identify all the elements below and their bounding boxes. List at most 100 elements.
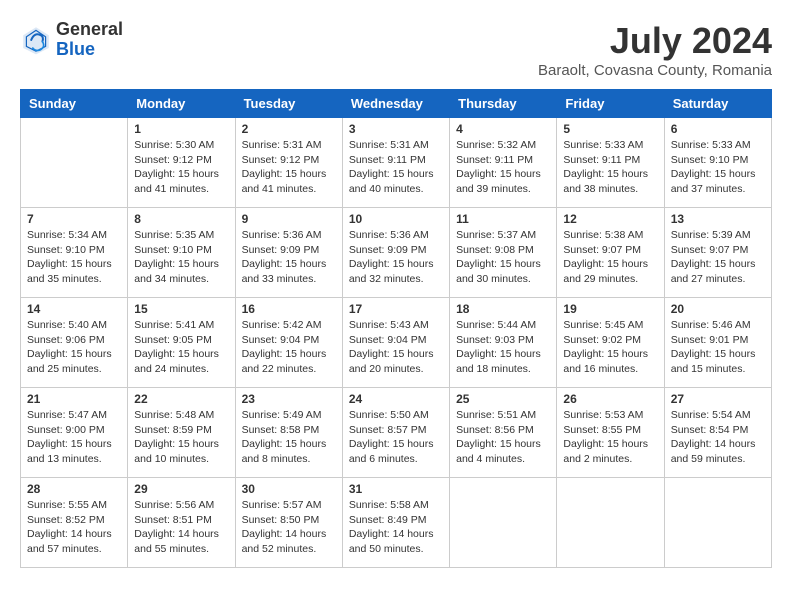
calendar-cell: 21 Sunrise: 5:47 AM Sunset: 9:00 PM Dayli… <box>21 388 128 478</box>
title-section: July 2024 Baraolt, Covasna County, Roman… <box>538 20 772 79</box>
logo-icon <box>20 24 52 56</box>
calendar-table: SundayMondayTuesdayWednesdayThursdayFrid… <box>20 89 772 568</box>
day-number: 16 <box>242 302 336 316</box>
calendar-cell: 22Sunrise: 5:48 AM Sunset: 8:59 PM Dayli… <box>128 388 235 478</box>
calendar-cell: 12 Sunrise: 5:38 AM Sunset: 9:07 PM Dayli… <box>557 208 664 298</box>
day-info: Sunrise: 5:46 AM Sunset: 9:01 PM Dayligh… <box>671 318 765 377</box>
day-number: 29 <box>134 482 228 496</box>
day-info: Sunrise: 5:55 AM Sunset: 8:52 PM Dayligh… <box>27 498 121 557</box>
calendar-cell: 19 Sunrise: 5:45 AM Sunset: 9:02 PM Dayli… <box>557 298 664 388</box>
day-info: Sunrise: 5:35 AM Sunset: 9:10 PM Dayligh… <box>134 228 228 287</box>
day-number: 13 <box>671 212 765 226</box>
day-number: 12 <box>563 212 657 226</box>
day-number: 19 <box>563 302 657 316</box>
calendar-week-row: 1 Sunrise: 5:30 AM Sunset: 9:12 PM Daylig… <box>21 118 772 208</box>
calendar-cell: 3 Sunrise: 5:31 AM Sunset: 9:11 PM Daylig… <box>342 118 449 208</box>
calendar-cell: 15 Sunrise: 5:41 AM Sunset: 9:05 PM Dayli… <box>128 298 235 388</box>
weekday-header-row: SundayMondayTuesdayWednesdayThursdayFrid… <box>21 90 772 118</box>
day-number: 24 <box>349 392 443 406</box>
weekday-header-wednesday: Wednesday <box>342 90 449 118</box>
day-number: 4 <box>456 122 550 136</box>
day-info: Sunrise: 5:33 AM Sunset: 9:10 PM Dayligh… <box>671 138 765 197</box>
calendar-cell: 24 Sunrise: 5:50 AM Sunset: 8:57 PM Dayli… <box>342 388 449 478</box>
location-title: Baraolt, Covasna County, Romania <box>538 62 772 79</box>
day-number: 28 <box>27 482 121 496</box>
day-number: 10 <box>349 212 443 226</box>
day-number: 31 <box>349 482 443 496</box>
calendar-cell: 31Sunrise: 5:58 AM Sunset: 8:49 PM Dayli… <box>342 478 449 568</box>
calendar-week-row: 7Sunrise: 5:34 AM Sunset: 9:10 PM Daylig… <box>21 208 772 298</box>
calendar-cell: 28 Sunrise: 5:55 AM Sunset: 8:52 PM Dayli… <box>21 478 128 568</box>
day-info: Sunrise: 5:36 AM Sunset: 9:09 PM Dayligh… <box>349 228 443 287</box>
day-info: Sunrise: 5:32 AM Sunset: 9:11 PM Dayligh… <box>456 138 550 197</box>
day-info: Sunrise: 5:51 AM Sunset: 8:56 PM Dayligh… <box>456 408 550 467</box>
day-info: Sunrise: 5:39 AM Sunset: 9:07 PM Dayligh… <box>671 228 765 287</box>
day-number: 3 <box>349 122 443 136</box>
day-number: 1 <box>134 122 228 136</box>
calendar-cell: 6 Sunrise: 5:33 AM Sunset: 9:10 PM Daylig… <box>664 118 771 208</box>
calendar-cell: 8 Sunrise: 5:35 AM Sunset: 9:10 PM Daylig… <box>128 208 235 298</box>
weekday-header-friday: Friday <box>557 90 664 118</box>
day-info: Sunrise: 5:54 AM Sunset: 8:54 PM Dayligh… <box>671 408 765 467</box>
calendar-cell: 2 Sunrise: 5:31 AM Sunset: 9:12 PM Daylig… <box>235 118 342 208</box>
day-info: Sunrise: 5:50 AM Sunset: 8:57 PM Dayligh… <box>349 408 443 467</box>
calendar-cell: 29 Sunrise: 5:56 AM Sunset: 8:51 PM Dayli… <box>128 478 235 568</box>
month-title: July 2024 <box>538 20 772 62</box>
day-info: Sunrise: 5:45 AM Sunset: 9:02 PM Dayligh… <box>563 318 657 377</box>
calendar-cell: 10 Sunrise: 5:36 AM Sunset: 9:09 PM Dayli… <box>342 208 449 298</box>
weekday-header-sunday: Sunday <box>21 90 128 118</box>
weekday-header-tuesday: Tuesday <box>235 90 342 118</box>
day-number: 30 <box>242 482 336 496</box>
logo-text: General Blue <box>56 20 123 60</box>
page-header: General Blue July 2024 Baraolt, Covasna … <box>20 20 772 79</box>
calendar-cell: 17Sunrise: 5:43 AM Sunset: 9:04 PM Dayli… <box>342 298 449 388</box>
day-number: 5 <box>563 122 657 136</box>
calendar-week-row: 14 Sunrise: 5:40 AM Sunset: 9:06 PM Dayli… <box>21 298 772 388</box>
day-info: Sunrise: 5:57 AM Sunset: 8:50 PM Dayligh… <box>242 498 336 557</box>
weekday-header-thursday: Thursday <box>450 90 557 118</box>
calendar-cell: 26 Sunrise: 5:53 AM Sunset: 8:55 PM Dayli… <box>557 388 664 478</box>
day-number: 21 <box>27 392 121 406</box>
day-number: 18 <box>456 302 550 316</box>
day-number: 6 <box>671 122 765 136</box>
weekday-header-monday: Monday <box>128 90 235 118</box>
day-info: Sunrise: 5:40 AM Sunset: 9:06 PM Dayligh… <box>27 318 121 377</box>
calendar-week-row: 28 Sunrise: 5:55 AM Sunset: 8:52 PM Dayli… <box>21 478 772 568</box>
calendar-cell <box>664 478 771 568</box>
calendar-cell: 13 Sunrise: 5:39 AM Sunset: 9:07 PM Dayli… <box>664 208 771 298</box>
day-info: Sunrise: 5:31 AM Sunset: 9:11 PM Dayligh… <box>349 138 443 197</box>
calendar-cell: 16Sunrise: 5:42 AM Sunset: 9:04 PM Dayli… <box>235 298 342 388</box>
day-number: 2 <box>242 122 336 136</box>
day-number: 9 <box>242 212 336 226</box>
day-info: Sunrise: 5:30 AM Sunset: 9:12 PM Dayligh… <box>134 138 228 197</box>
day-info: Sunrise: 5:41 AM Sunset: 9:05 PM Dayligh… <box>134 318 228 377</box>
day-number: 8 <box>134 212 228 226</box>
calendar-cell: 5Sunrise: 5:33 AM Sunset: 9:11 PM Daylig… <box>557 118 664 208</box>
calendar-cell <box>557 478 664 568</box>
day-info: Sunrise: 5:47 AM Sunset: 9:00 PM Dayligh… <box>27 408 121 467</box>
calendar-cell: 11Sunrise: 5:37 AM Sunset: 9:08 PM Dayli… <box>450 208 557 298</box>
day-info: Sunrise: 5:48 AM Sunset: 8:59 PM Dayligh… <box>134 408 228 467</box>
day-info: Sunrise: 5:31 AM Sunset: 9:12 PM Dayligh… <box>242 138 336 197</box>
day-number: 11 <box>456 212 550 226</box>
weekday-header-saturday: Saturday <box>664 90 771 118</box>
day-number: 14 <box>27 302 121 316</box>
day-info: Sunrise: 5:44 AM Sunset: 9:03 PM Dayligh… <box>456 318 550 377</box>
day-info: Sunrise: 5:38 AM Sunset: 9:07 PM Dayligh… <box>563 228 657 287</box>
day-number: 23 <box>242 392 336 406</box>
calendar-cell: 18 Sunrise: 5:44 AM Sunset: 9:03 PM Dayli… <box>450 298 557 388</box>
calendar-cell: 9Sunrise: 5:36 AM Sunset: 9:09 PM Daylig… <box>235 208 342 298</box>
day-info: Sunrise: 5:43 AM Sunset: 9:04 PM Dayligh… <box>349 318 443 377</box>
day-number: 26 <box>563 392 657 406</box>
day-info: Sunrise: 5:53 AM Sunset: 8:55 PM Dayligh… <box>563 408 657 467</box>
calendar-cell: 20Sunrise: 5:46 AM Sunset: 9:01 PM Dayli… <box>664 298 771 388</box>
day-info: Sunrise: 5:56 AM Sunset: 8:51 PM Dayligh… <box>134 498 228 557</box>
calendar-cell: 4 Sunrise: 5:32 AM Sunset: 9:11 PM Daylig… <box>450 118 557 208</box>
day-number: 25 <box>456 392 550 406</box>
calendar-cell: 1 Sunrise: 5:30 AM Sunset: 9:12 PM Daylig… <box>128 118 235 208</box>
calendar-cell: 14 Sunrise: 5:40 AM Sunset: 9:06 PM Dayli… <box>21 298 128 388</box>
calendar-cell: 25 Sunrise: 5:51 AM Sunset: 8:56 PM Dayli… <box>450 388 557 478</box>
calendar-cell: 27Sunrise: 5:54 AM Sunset: 8:54 PM Dayli… <box>664 388 771 478</box>
calendar-cell <box>21 118 128 208</box>
day-number: 15 <box>134 302 228 316</box>
